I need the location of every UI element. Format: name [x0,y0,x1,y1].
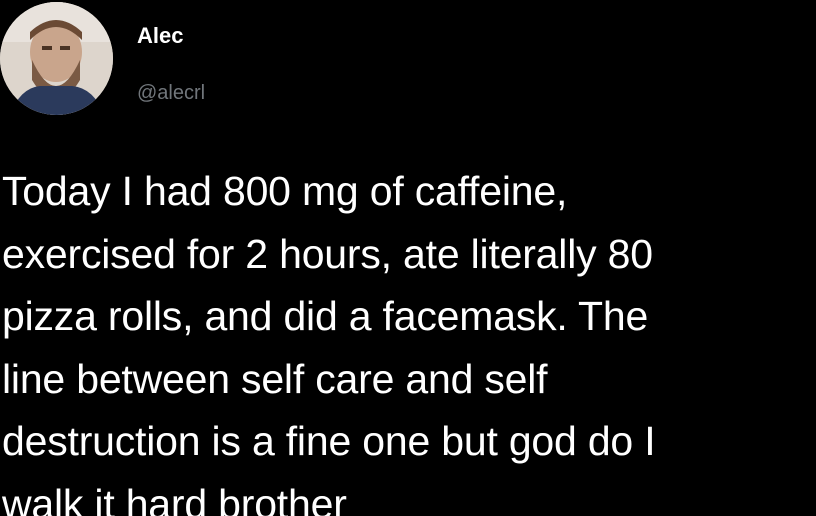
tweet-text-line: exercised for 2 hours, ate literally 80 [2,230,653,277]
user-avatar-photo-icon [0,2,113,115]
tweet-text-line: pizza rolls, and did a facemask. The [2,293,649,339]
tweet-text-line: Today I had 800 mg of caffeine, [2,168,568,214]
tweet-text-line: walk it hard brother [2,480,347,516]
avatar[interactable] [0,2,113,115]
tweet-text-line: line between self care and self [2,355,548,402]
display-name[interactable]: Alec [137,22,183,50]
tweet-card: Alec @alecrl Today I had 800 mg of caffe… [0,0,816,516]
tweet-text-line: destruction is a fine one but god do I [2,418,656,464]
tweet-text: Today I had 800 mg of caffeine, exercise… [2,160,814,516]
user-handle[interactable]: @alecrl [137,80,205,106]
